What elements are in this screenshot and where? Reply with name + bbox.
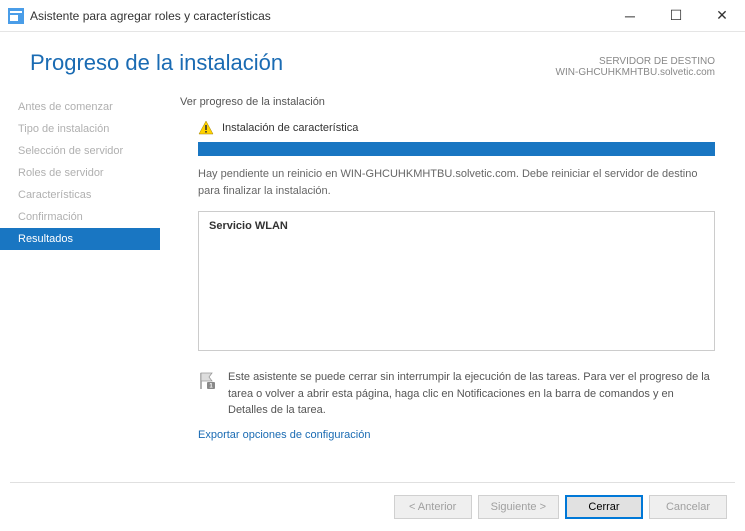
content: Ver progreso de la instalación Instalaci… (160, 88, 745, 443)
sidebar-item-features: Características (0, 184, 160, 206)
status-text: Hay pendiente un reinicio en WIN-GHCUHKM… (198, 166, 715, 199)
close-button[interactable]: Cerrar (565, 495, 643, 519)
destination-value: WIN-GHCUHKMHTBU.solvetic.com (556, 67, 715, 78)
app-icon (8, 8, 24, 24)
header: Progreso de la instalación SERVIDOR DE D… (0, 32, 745, 88)
window-title: Asistente para agregar roles y caracterí… (30, 9, 607, 23)
section-label: Ver progreso de la instalación (180, 96, 715, 108)
sidebar-item-install-type: Tipo de instalación (0, 118, 160, 140)
footer: < Anterior Siguiente > Cerrar Cancelar (394, 495, 727, 519)
sidebar-item-server-roles: Roles de servidor (0, 162, 160, 184)
maximize-button[interactable]: ☐ (653, 0, 699, 32)
flag-icon: 1 (198, 371, 218, 391)
feature-row: Instalación de característica (198, 120, 715, 136)
sidebar-item-before-begin: Antes de comenzar (0, 96, 160, 118)
minimize-button[interactable]: ─ (607, 0, 653, 32)
progress-bar (198, 142, 715, 156)
feature-label: Instalación de característica (222, 122, 358, 134)
cancel-button: Cancelar (649, 495, 727, 519)
sidebar-item-server-selection: Selección de servidor (0, 140, 160, 162)
result-item: Servicio WLAN (209, 220, 704, 232)
next-button: Siguiente > (478, 495, 559, 519)
destination-label: SERVIDOR DE DESTINO (556, 56, 715, 67)
divider (10, 482, 735, 483)
destination-info: SERVIDOR DE DESTINO WIN-GHCUHKMHTBU.solv… (556, 56, 715, 78)
window-controls: ─ ☐ ✕ (607, 0, 745, 32)
sidebar-item-results[interactable]: Resultados (0, 228, 160, 250)
page-title: Progreso de la instalación (30, 50, 283, 76)
main: Antes de comenzar Tipo de instalación Se… (0, 88, 745, 443)
sidebar: Antes de comenzar Tipo de instalación Se… (0, 88, 160, 443)
result-box: Servicio WLAN (198, 211, 715, 351)
close-window-button[interactable]: ✕ (699, 0, 745, 32)
previous-button: < Anterior (394, 495, 472, 519)
export-link[interactable]: Exportar opciones de configuración (198, 429, 370, 441)
title-bar: Asistente para agregar roles y caracterí… (0, 0, 745, 32)
warning-icon (198, 120, 214, 136)
info-row: 1 Este asistente se puede cerrar sin int… (198, 369, 715, 419)
sidebar-item-confirmation: Confirmación (0, 206, 160, 228)
info-text: Este asistente se puede cerrar sin inter… (228, 369, 715, 419)
